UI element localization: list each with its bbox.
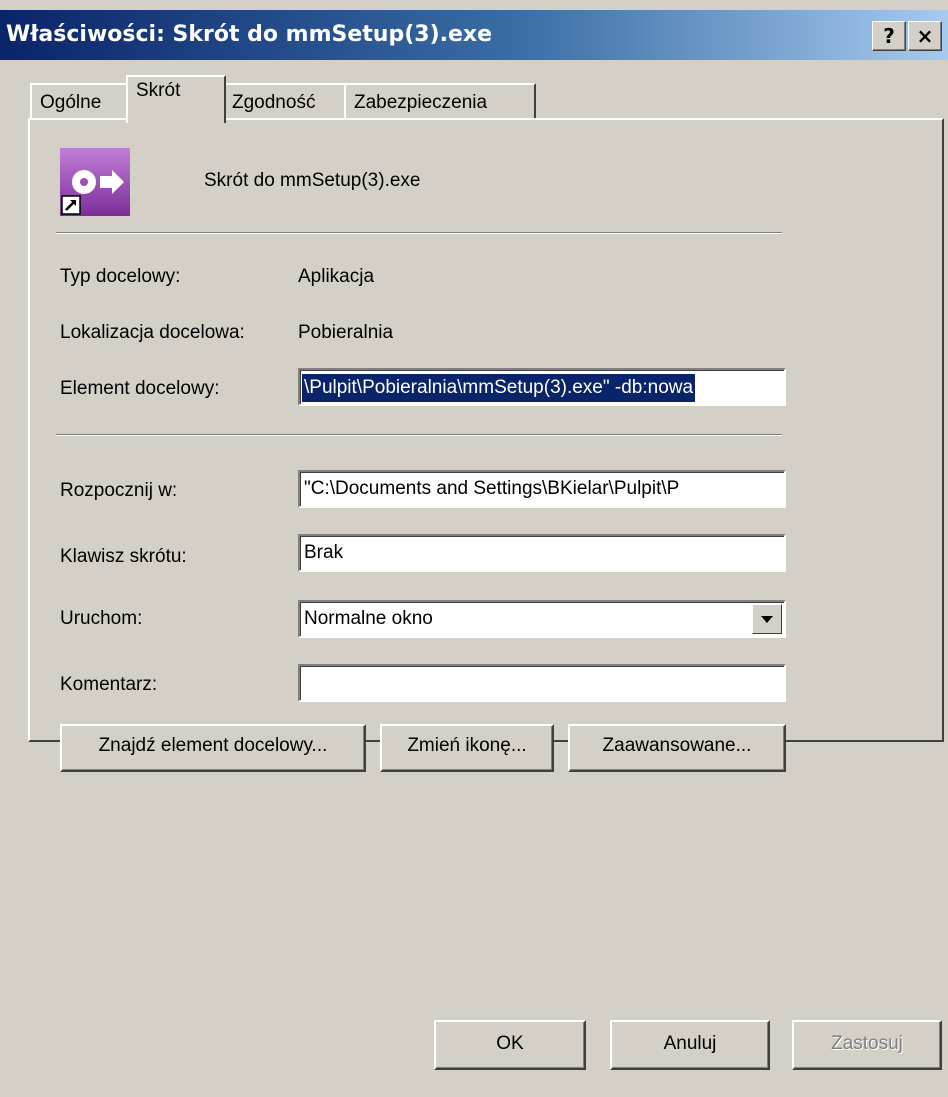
tab-security[interactable]: Zabezpieczenia bbox=[344, 83, 536, 121]
comment-field[interactable] bbox=[298, 664, 786, 702]
cancel-button[interactable]: Anuluj bbox=[610, 1020, 770, 1070]
button-label: Zastosuj bbox=[831, 1033, 903, 1054]
target-location-label: Lokalizacja docelowa: bbox=[60, 322, 245, 343]
hotkey-value: Brak bbox=[304, 542, 344, 563]
comment-label: Komentarz: bbox=[60, 674, 158, 695]
button-label: Znajdź element docelowy... bbox=[98, 735, 328, 756]
tab-label: Zabezpieczenia bbox=[354, 92, 488, 113]
button-label: Zmień ikonę... bbox=[407, 735, 527, 756]
start-in-field[interactable]: "C:\Documents and Settings\BKielar\Pulpi… bbox=[298, 470, 786, 508]
target-type-value: Aplikacja bbox=[298, 266, 375, 287]
button-label: Zaawansowane... bbox=[602, 735, 752, 756]
shortcut-name: Skrót do mmSetup(3).exe bbox=[204, 170, 421, 191]
window-title: Właściwości: Skrót do mmSetup(3).exe bbox=[6, 22, 493, 47]
close-button[interactable]: × bbox=[908, 21, 942, 51]
help-icon: ? bbox=[883, 24, 895, 48]
advanced-button[interactable]: Zaawansowane... bbox=[568, 724, 786, 772]
hotkey-field[interactable]: Brak bbox=[298, 534, 786, 572]
apply-button[interactable]: Zastosuj bbox=[792, 1020, 942, 1070]
ok-button[interactable]: OK bbox=[434, 1020, 586, 1070]
run-value: Normalne okno bbox=[304, 608, 433, 629]
find-target-button[interactable]: Znajdź element docelowy... bbox=[60, 724, 366, 772]
target-field[interactable]: \Pulpit\Pobieralnia\mmSetup(3).exe" -db:… bbox=[298, 368, 786, 406]
help-button[interactable]: ? bbox=[872, 21, 906, 51]
target-type-label: Typ docelowy: bbox=[60, 266, 181, 287]
tab-general[interactable]: Ogólne bbox=[30, 83, 130, 121]
start-in-value: "C:\Documents and Settings\BKielar\Pulpi… bbox=[304, 478, 680, 499]
tab-panel bbox=[28, 118, 944, 742]
separator bbox=[56, 434, 782, 436]
separator bbox=[56, 232, 782, 234]
button-label: OK bbox=[496, 1033, 524, 1054]
tab-shortcut[interactable]: Skrót bbox=[126, 75, 226, 123]
setup-shortcut-icon bbox=[60, 148, 130, 216]
chevron-down-icon bbox=[761, 616, 773, 623]
close-icon: × bbox=[916, 24, 934, 48]
start-in-label: Rozpocznij w: bbox=[60, 480, 178, 501]
hotkey-label: Klawisz skrótu: bbox=[60, 546, 187, 567]
tab-compatibility[interactable]: Zgodność bbox=[222, 83, 346, 121]
button-label: Anuluj bbox=[663, 1033, 717, 1054]
tab-label: Ogólne bbox=[40, 92, 102, 113]
run-label: Uruchom: bbox=[60, 608, 143, 629]
target-label: Element docelowy: bbox=[60, 378, 220, 399]
target-value: \Pulpit\Pobieralnia\mmSetup(3).exe" -db:… bbox=[302, 374, 696, 402]
change-icon-button[interactable]: Zmień ikonę... bbox=[380, 724, 554, 772]
tab-label: Zgodność bbox=[232, 92, 316, 113]
tab-label: Skrót bbox=[136, 80, 181, 101]
title-bar[interactable]: Właściwości: Skrót do mmSetup(3).exe ? × bbox=[0, 10, 948, 60]
run-dropdown[interactable]: Normalne okno bbox=[298, 600, 786, 638]
target-location-value: Pobieralnia bbox=[298, 322, 394, 343]
dropdown-arrow-button[interactable] bbox=[752, 604, 782, 634]
